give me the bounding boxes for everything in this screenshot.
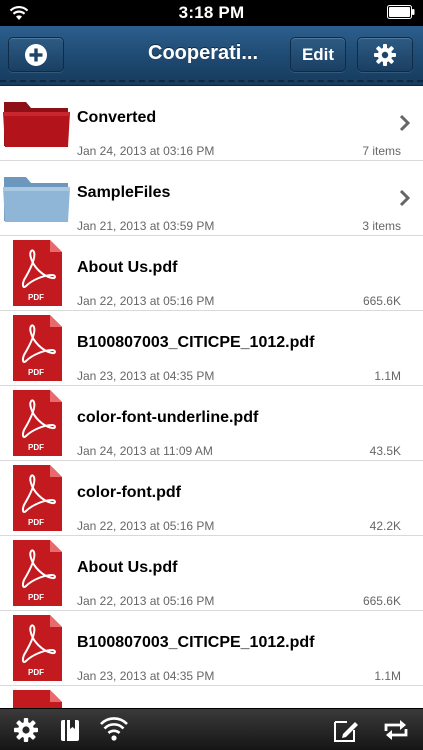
file-name: About Us.pdf — [77, 259, 178, 276]
file-size: 43.5K — [369, 444, 401, 458]
file-size: 1.1M — [374, 669, 401, 683]
nav-stitch-divider — [0, 80, 423, 82]
list-item[interactable]: PDF B100807003_CITICPE_1012.pdf Jan 23, … — [0, 611, 423, 686]
svg-text:PDF: PDF — [28, 443, 44, 452]
pdf-file-icon: PDF — [13, 390, 62, 456]
file-name: SampleFiles — [77, 184, 171, 201]
pdf-file-icon: PDF — [13, 315, 62, 381]
compose-icon[interactable] — [332, 717, 360, 743]
file-name: About Us.pdf — [77, 559, 178, 576]
svg-text:PDF: PDF — [28, 293, 44, 302]
list-item[interactable]: Converted Jan 24, 2013 at 03:16 PM 7 ite… — [0, 86, 423, 161]
file-date: Jan 22, 2013 at 05:16 PM — [77, 594, 215, 608]
file-date: Jan 22, 2013 at 05:16 PM — [77, 519, 215, 533]
file-date: Jan 24, 2013 at 03:16 PM — [77, 144, 215, 158]
chevron-right-icon — [399, 189, 411, 207]
file-list[interactable]: Converted Jan 24, 2013 at 03:16 PM 7 ite… — [0, 86, 423, 708]
file-size: 665.6K — [362, 594, 401, 608]
file-size: 665.6K — [362, 294, 401, 308]
file-date: Jan 22, 2013 at 05:16 PM — [77, 294, 215, 308]
list-item[interactable]: PDF color-font.pdf Jan 22, 2013 at 05:16… — [0, 461, 423, 536]
svg-text:PDF: PDF — [28, 593, 44, 602]
plus-circle-icon — [25, 43, 47, 66]
pdf-file-icon: PDF — [13, 615, 62, 681]
edit-button[interactable]: Edit — [290, 37, 346, 72]
wifi-icon[interactable] — [100, 717, 128, 743]
file-date: Jan 23, 2013 at 04:35 PM — [77, 669, 215, 683]
settings-button[interactable] — [357, 37, 413, 72]
svg-text:PDF: PDF — [28, 368, 44, 377]
svg-text:PDF: PDF — [28, 518, 44, 527]
file-size: 42.2K — [369, 519, 401, 533]
status-bar: 3:18 PM — [0, 0, 423, 26]
file-name: Converted — [77, 109, 157, 126]
bookmarks-icon[interactable] — [56, 717, 84, 743]
file-name: B100807003_CITICPE_1012.pdf — [77, 334, 315, 351]
file-date: Jan 23, 2013 at 04:35 PM — [77, 369, 215, 383]
battery-icon — [387, 5, 415, 19]
page-title: Cooperati... — [148, 42, 259, 64]
gear-icon[interactable] — [12, 717, 40, 743]
status-time: 3:18 PM — [178, 3, 245, 22]
navigation-bar: Cooperati... Edit — [0, 26, 423, 86]
bottom-toolbar — [0, 708, 423, 750]
file-date: Jan 21, 2013 at 03:59 PM — [77, 219, 215, 233]
file-size: 1.1M — [374, 369, 401, 383]
list-item[interactable]: SampleFiles Jan 21, 2013 at 03:59 PM 3 i… — [0, 161, 423, 236]
pdf-file-icon: PDF — [13, 540, 62, 606]
file-date: Jan 24, 2013 at 11:09 AM — [77, 444, 213, 458]
list-item[interactable]: PDF B100807003_CITICPE_1012.pdf Jan 23, … — [0, 311, 423, 386]
item-count: 3 items — [362, 219, 401, 233]
sync-icon[interactable] — [382, 717, 410, 743]
pdf-file-icon: PDF — [13, 240, 62, 306]
file-name: B100807003_CITICPE_1012.pdf — [77, 634, 315, 651]
add-button[interactable] — [8, 37, 64, 72]
item-count: 7 items — [362, 144, 401, 158]
file-name: color-font.pdf — [77, 484, 181, 501]
pdf-file-icon — [13, 690, 62, 708]
folder-blue-icon — [3, 177, 70, 222]
gear-icon — [374, 43, 396, 66]
list-item[interactable]: PDF About Us.pdf Jan 22, 2013 at 05:16 P… — [0, 236, 423, 311]
pdf-file-icon: PDF — [13, 465, 62, 531]
folder-red-icon — [3, 102, 70, 147]
list-item-partial[interactable] — [0, 686, 423, 708]
file-name: color-font-underline.pdf — [77, 409, 259, 426]
list-item[interactable]: PDF About Us.pdf Jan 22, 2013 at 05:16 P… — [0, 536, 423, 611]
chevron-right-icon — [399, 114, 411, 132]
svg-text:PDF: PDF — [28, 668, 44, 677]
list-item[interactable]: PDF color-font-underline.pdf Jan 24, 201… — [0, 386, 423, 461]
